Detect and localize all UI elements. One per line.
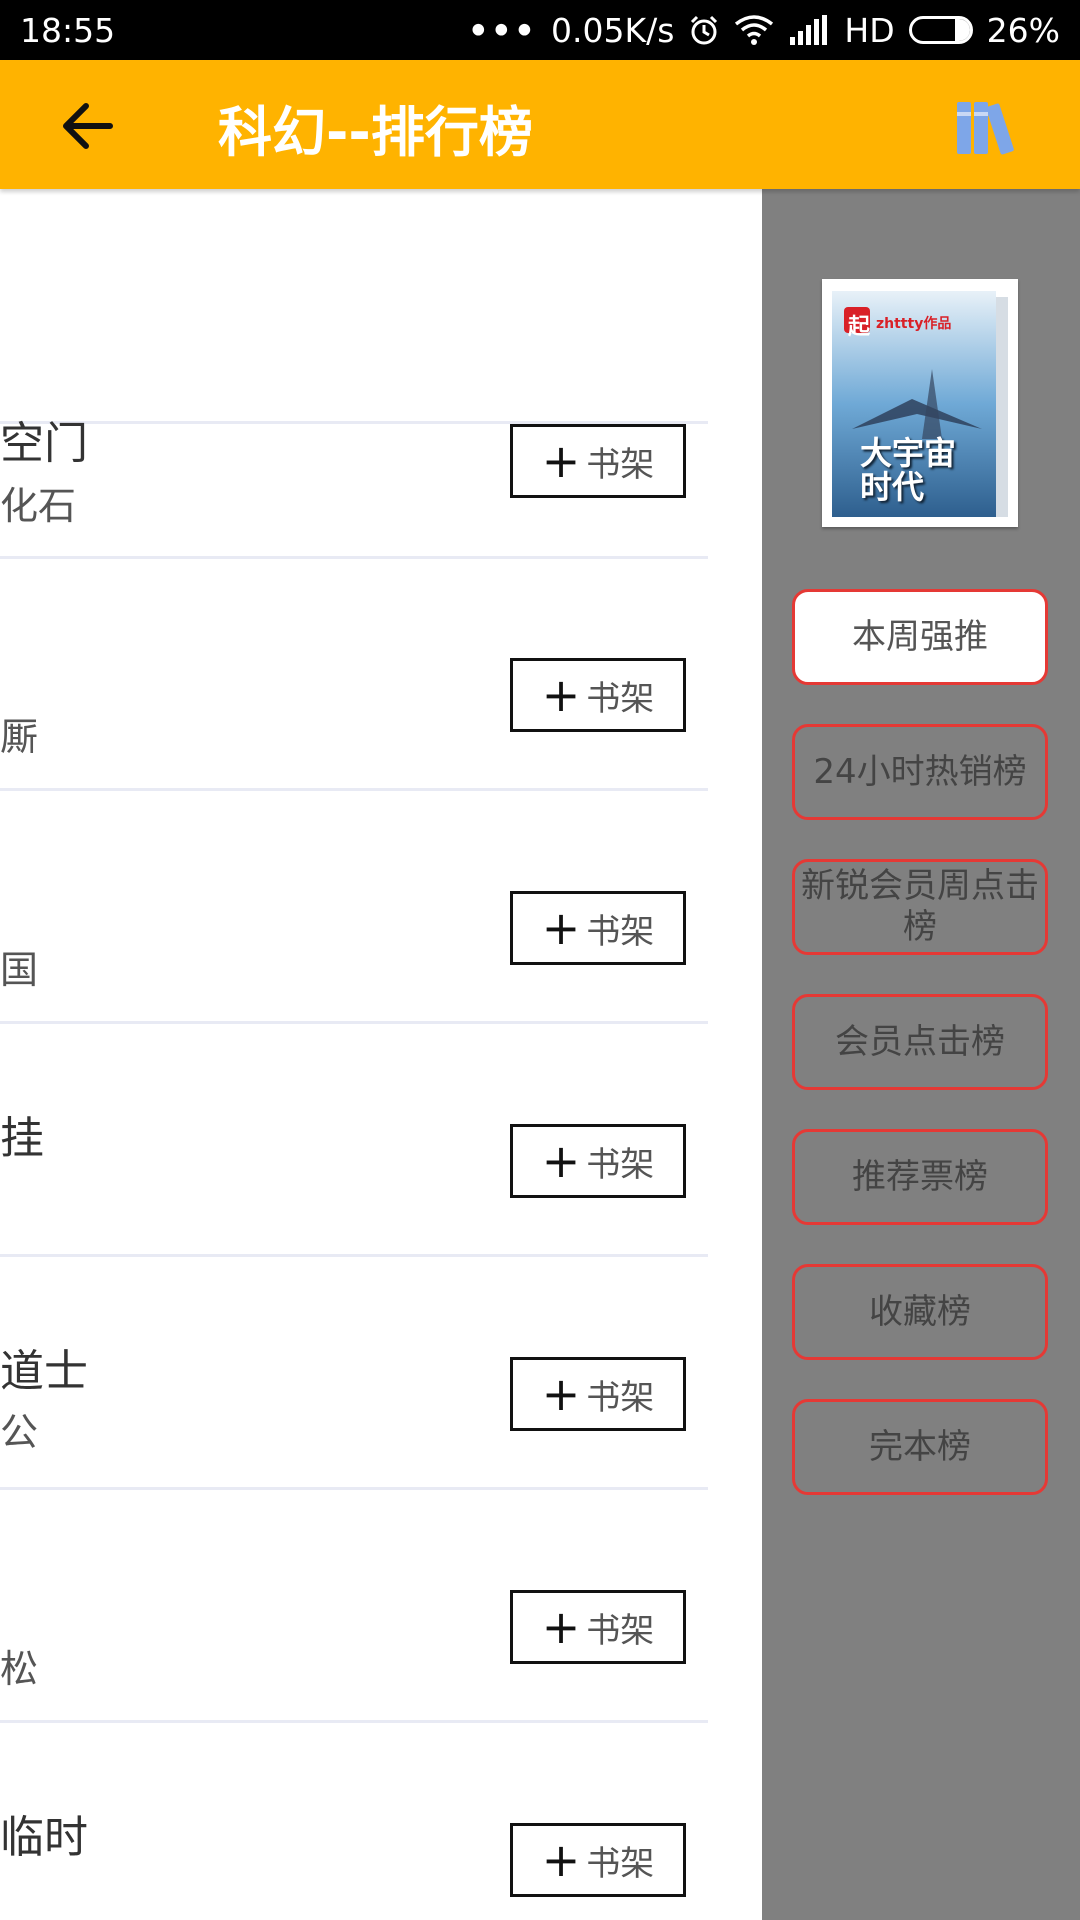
status-indicators: ••• 0.05K/s HD 26%	[468, 11, 1060, 50]
add-to-shelf-button[interactable]: + 书架	[510, 658, 686, 732]
add-to-shelf-button[interactable]: + 书架	[510, 1124, 686, 1198]
battery-level	[954, 19, 970, 41]
add-to-shelf-label: 书架	[586, 1144, 655, 1185]
network-speed: 0.05K/s	[550, 10, 675, 50]
list-item[interactable]: 国 + 书架	[0, 789, 708, 1024]
rank-button-completed[interactable]: 完本榜	[792, 1399, 1048, 1495]
list-divider-1	[0, 189, 708, 559]
list-item[interactable]: 临时 + 书架	[0, 1721, 708, 1920]
add-to-shelf-label: 书架	[586, 1610, 655, 1651]
list-item[interactable]: 道士 公 + 书架	[0, 1255, 708, 1490]
list-item[interactable]: 厮 + 书架	[0, 556, 708, 791]
status-time: 18:55	[20, 10, 116, 50]
rank-button-favorites[interactable]: 收藏榜	[792, 1264, 1048, 1360]
plus-icon: +	[541, 1134, 581, 1188]
list-item[interactable]: 挂 + 书架	[0, 1022, 708, 1257]
battery-percent: 26%	[986, 10, 1060, 50]
add-to-shelf-button[interactable]: + 书架	[510, 1823, 686, 1897]
arrow-left-icon[interactable]	[52, 90, 124, 162]
book-author: 厮	[0, 715, 39, 759]
add-to-shelf-label: 书架	[586, 1843, 655, 1884]
add-to-shelf-label: 书架	[586, 1377, 655, 1418]
book-name: 挂	[0, 1113, 44, 1164]
plus-icon: +	[541, 1833, 581, 1887]
plus-icon: +	[541, 901, 581, 955]
rank-button-member-clicks[interactable]: 会员点击榜	[792, 994, 1048, 1090]
add-to-shelf-button[interactable]: + 书架	[510, 1357, 686, 1431]
book-author: 松	[0, 1647, 39, 1691]
book-author: 公	[0, 1410, 39, 1454]
cover-author: zhttty作品	[876, 316, 952, 332]
book-author: 国	[0, 948, 39, 992]
battery-icon	[908, 16, 973, 44]
more-dots: •••	[467, 10, 537, 50]
rank-button-new-member-clicks[interactable]: 新锐会员周点击榜	[792, 859, 1048, 955]
wifi-icon	[735, 15, 774, 45]
rank-drawer: 起 zhttty作品 大宇宙时代 本周强推 24小时热销榜 新锐会员周点击榜 会…	[762, 189, 1080, 1920]
alarm-icon	[691, 15, 718, 45]
hd-indicator: HD	[844, 10, 895, 50]
plus-icon: +	[541, 1367, 581, 1421]
plus-icon: +	[541, 1600, 581, 1654]
bookshelf-icon[interactable]	[955, 98, 1017, 156]
status-bar: 18:55 ••• 0.05K/s HD 26%	[0, 0, 1080, 60]
rank-button-24h-hot[interactable]: 24小时热销榜	[792, 724, 1048, 820]
add-to-shelf-label: 书架	[586, 911, 655, 952]
signal-icon	[790, 15, 828, 45]
book-list: 空门 化石 + 书架 厮 + 书架 国 + 书架 挂 + 书架 道士 公 + 书	[0, 189, 762, 1920]
book-cover[interactable]: 起 zhttty作品 大宇宙时代	[822, 279, 1018, 527]
cover-title: 大宇宙时代	[860, 434, 957, 506]
book-name: 道士	[0, 1346, 88, 1397]
cover-brand: 起	[848, 315, 871, 340]
rank-button-recommend-votes[interactable]: 推荐票榜	[792, 1129, 1048, 1225]
rank-button-weekly-recommend[interactable]: 本周强推	[792, 589, 1048, 685]
add-to-shelf-label: 书架	[586, 678, 655, 719]
page-title: 科幻--排行榜	[218, 101, 533, 164]
add-to-shelf-button[interactable]: + 书架	[510, 1590, 686, 1664]
book-name: 临时	[0, 1812, 88, 1863]
list-item[interactable]: 松 + 书架	[0, 1488, 708, 1723]
plus-icon: +	[541, 668, 581, 722]
app-bar: 科幻--排行榜	[0, 60, 1080, 189]
add-to-shelf-button[interactable]: + 书架	[510, 891, 686, 965]
